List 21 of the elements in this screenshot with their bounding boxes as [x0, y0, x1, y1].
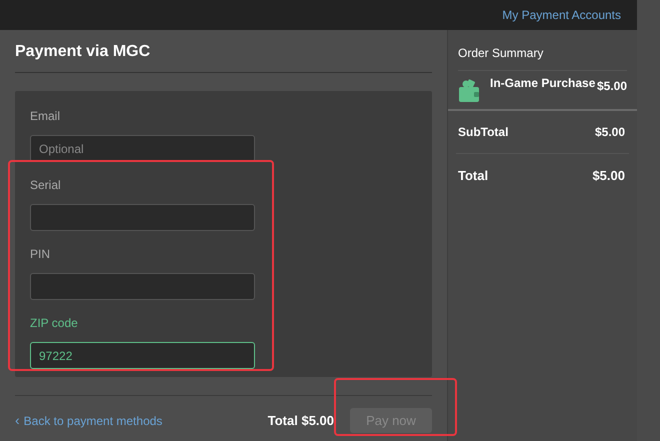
wallet-icon	[458, 79, 480, 103]
total-value: $5.00	[592, 167, 625, 185]
field-label: Serial	[30, 177, 62, 194]
field-label: PIN	[30, 246, 52, 263]
field-label: Email	[30, 108, 62, 125]
total-label: Total	[458, 167, 488, 185]
summary-title: Order Summary	[458, 44, 627, 71]
item-price: $5.00	[596, 78, 627, 95]
total-amount: Total $5.00	[268, 412, 334, 430]
input-field[interactable]: Optional	[30, 135, 255, 162]
item-name: In-Game Purchase	[490, 77, 596, 90]
field-label: ZIP code	[30, 315, 79, 332]
input-field[interactable]: 97222	[30, 342, 255, 369]
back-link[interactable]: ‹ Back to payment methods	[15, 410, 162, 431]
page-title: Payment via MGC	[15, 30, 432, 73]
subtotal-label: SubTotal	[458, 124, 508, 141]
subtotal-value: $5.00	[594, 124, 625, 141]
chevron-left-icon: ‹	[15, 410, 20, 431]
accounts-link[interactable]: My Payment Accounts	[502, 6, 621, 24]
input-field[interactable]	[30, 273, 255, 300]
input-field[interactable]	[30, 204, 255, 231]
